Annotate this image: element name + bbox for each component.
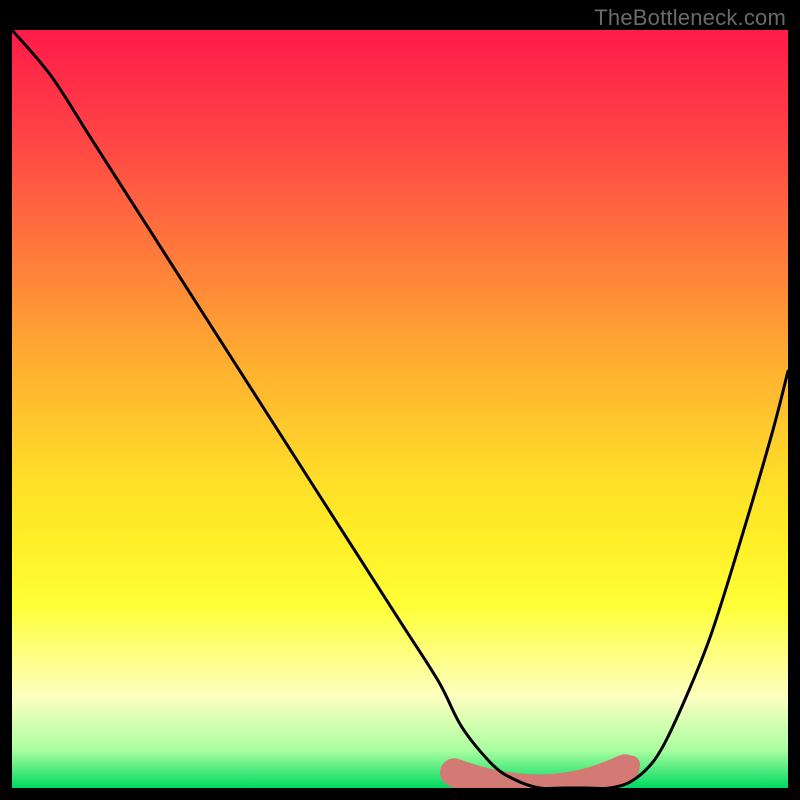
- chart-container: TheBottleneck.com: [0, 0, 800, 800]
- highlight-band: [454, 769, 625, 788]
- watermark-text: TheBottleneck.com: [594, 5, 786, 31]
- highlight-end-dot: [622, 756, 640, 774]
- plot-area: [12, 30, 788, 788]
- curve-path: [12, 30, 788, 788]
- chart-svg: [12, 30, 788, 788]
